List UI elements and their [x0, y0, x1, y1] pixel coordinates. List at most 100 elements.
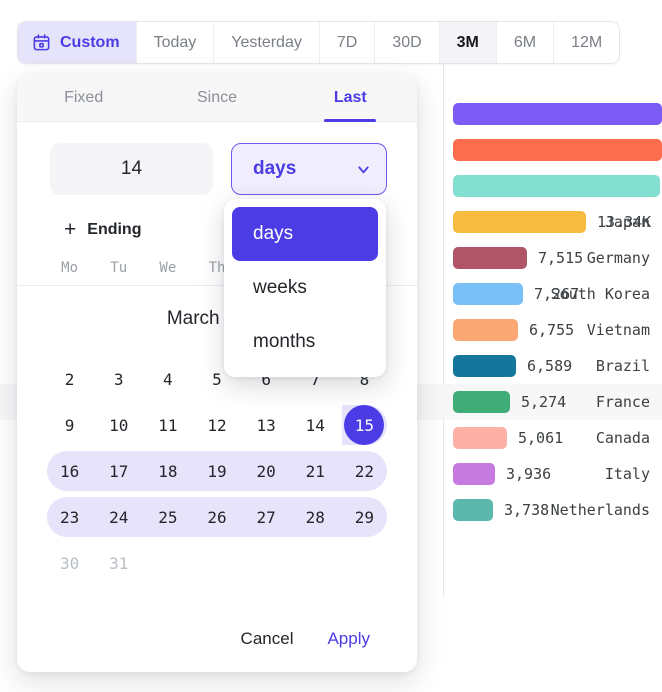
- chart-bar-wrap: 5,061: [453, 420, 563, 456]
- chart-bar-wrap: 5,274: [453, 384, 566, 420]
- calendar-day[interactable]: 21: [291, 448, 340, 494]
- cancel-button[interactable]: Cancel: [241, 629, 294, 649]
- tab-label: 12M: [571, 34, 602, 52]
- popover-tab-last[interactable]: Last: [284, 74, 417, 121]
- calendar-day-empty: [143, 540, 192, 574]
- tab-label: 7D: [337, 34, 357, 52]
- calendar-day-empty: [192, 540, 241, 574]
- chart-bar-value: 13.34K: [597, 213, 651, 231]
- calendar-day[interactable]: 27: [242, 494, 291, 540]
- chevron-down-icon: [355, 161, 372, 178]
- calendar-day-number: 19: [207, 462, 226, 481]
- unit-option-days[interactable]: days: [232, 207, 378, 261]
- calendar-day[interactable]: 30: [45, 540, 94, 574]
- calendar-grid[interactable]: 2345678910111213141516171819202122232425…: [45, 356, 389, 574]
- popover-tab-fixed[interactable]: Fixed: [17, 74, 150, 121]
- calendar-day[interactable]: 25: [143, 494, 192, 540]
- tab-3m[interactable]: 3M: [440, 22, 497, 63]
- calendar-day[interactable]: 24: [94, 494, 143, 540]
- calendar-day[interactable]: 14: [291, 402, 340, 448]
- calendar-day[interactable]: 23: [45, 494, 94, 540]
- tab-12m[interactable]: 12M: [554, 22, 619, 63]
- calendar-day[interactable]: 19: [192, 448, 241, 494]
- calendar-day-number: 2: [65, 370, 75, 389]
- calendar-day-number: 11: [158, 416, 177, 435]
- tab-yesterday[interactable]: Yesterday: [214, 22, 320, 63]
- screen-root: United StatesUnited KingdomChinaJapan13.…: [0, 0, 662, 692]
- calendar-day[interactable]: 16: [45, 448, 94, 494]
- chart-bar-value: 7,515: [538, 249, 583, 267]
- chart-bar-wrap: [453, 96, 662, 132]
- chart-bar-value: 6,755: [529, 321, 574, 339]
- chart-bar-wrap: [453, 132, 662, 168]
- chart-bar: [453, 499, 493, 521]
- calendar-day[interactable]: 22: [340, 448, 389, 494]
- calendar-day-number: 3: [114, 370, 124, 389]
- calendar-day-number: 13: [257, 416, 276, 435]
- chart-bar: [453, 319, 518, 341]
- chart-bar-value: 3,936: [506, 465, 551, 483]
- duration-unit-menu[interactable]: daysweeksmonths: [224, 199, 386, 377]
- tab-6m[interactable]: 6M: [497, 22, 554, 63]
- date-range-tabbar[interactable]: Custom Today Yesterday 7D 30D 3M 6M 12M: [17, 21, 620, 64]
- calendar-day[interactable]: 12: [192, 402, 241, 448]
- popover-tab-since[interactable]: Since: [150, 74, 283, 121]
- tab-label: Today: [154, 34, 197, 52]
- tab-today[interactable]: Today: [137, 22, 215, 63]
- popover-footer: Cancel Apply: [17, 606, 417, 672]
- calendar-day[interactable]: 28: [291, 494, 340, 540]
- calendar-day-number: 22: [355, 462, 374, 481]
- calendar-day[interactable]: 18: [143, 448, 192, 494]
- tab-label: 30D: [392, 34, 421, 52]
- weekday-mo: Mo: [45, 260, 94, 276]
- calendar-day-number: 24: [109, 508, 128, 527]
- unit-option-weeks[interactable]: weeks: [232, 261, 378, 315]
- weekday-we: We: [143, 260, 192, 276]
- tab-30d[interactable]: 30D: [375, 22, 439, 63]
- chart-bar: [453, 463, 495, 485]
- chart-bar-wrap: 6,589: [453, 348, 572, 384]
- calendar-day-empty: [242, 540, 291, 574]
- tab-custom[interactable]: Custom: [18, 22, 137, 63]
- calendar-day[interactable]: 3: [94, 356, 143, 402]
- calendar-day[interactable]: 17: [94, 448, 143, 494]
- chart-bar: [453, 283, 523, 305]
- chart-bar: [453, 391, 510, 413]
- calendar-day[interactable]: 11: [143, 402, 192, 448]
- calendar-day-number: 16: [60, 462, 79, 481]
- tab-label: Custom: [60, 34, 120, 52]
- duration-unit-select[interactable]: days: [231, 143, 387, 195]
- apply-button[interactable]: Apply: [327, 629, 370, 649]
- calendar-day[interactable]: 15: [340, 402, 389, 448]
- calendar-day[interactable]: 9: [45, 402, 94, 448]
- calendar-day[interactable]: 13: [242, 402, 291, 448]
- tab-label: Yesterday: [231, 34, 302, 52]
- tab-7d[interactable]: 7D: [320, 22, 375, 63]
- calendar-day-number: 27: [257, 508, 276, 527]
- duration-quantity-input[interactable]: [50, 143, 213, 195]
- chart-bar: [453, 211, 586, 233]
- calendar-day-number: 12: [207, 416, 226, 435]
- chart-bar-wrap: 3,738: [453, 492, 549, 528]
- chart-bar: [453, 355, 516, 377]
- calendar-day-number: 14: [306, 416, 325, 435]
- chart-bar-wrap: 7,515: [453, 240, 583, 276]
- chart-bar: [453, 139, 662, 161]
- calendar-day[interactable]: 2: [45, 356, 94, 402]
- calendar-day[interactable]: 4: [143, 356, 192, 402]
- calendar-day-number: 20: [257, 462, 276, 481]
- calendar-day-number: 5: [212, 370, 222, 389]
- calendar-day[interactable]: 20: [242, 448, 291, 494]
- calendar-day[interactable]: 31: [94, 540, 143, 574]
- tab-label: 6M: [514, 34, 536, 52]
- chart-bar: [453, 175, 660, 197]
- calendar-day[interactable]: 26: [192, 494, 241, 540]
- duration-unit-value: days: [253, 158, 296, 180]
- calendar-day-number: 31: [109, 554, 128, 573]
- calendar-day[interactable]: 29: [340, 494, 389, 540]
- calendar-day-number: 30: [60, 554, 79, 573]
- calendar-day[interactable]: 10: [94, 402, 143, 448]
- popover-tabs[interactable]: FixedSinceLast: [17, 74, 417, 122]
- unit-option-months[interactable]: months: [232, 315, 378, 369]
- calendar-day-number: 28: [306, 508, 325, 527]
